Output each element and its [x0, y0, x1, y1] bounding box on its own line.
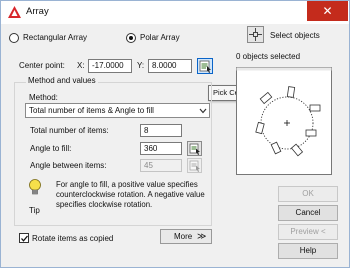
center-point-label: Center point: — [19, 61, 65, 70]
more-button-label: More — [174, 232, 193, 241]
rotate-items-checkbox[interactable] — [19, 233, 29, 243]
method-dropdown-value: Total number of items & Angle to fill — [29, 106, 154, 115]
center-x-label: X: — [77, 61, 85, 70]
ok-button[interactable]: OK — [278, 186, 338, 202]
rectangular-array-label[interactable]: Rectangular Array — [23, 33, 87, 42]
total-items-label: Total number of items: — [30, 126, 109, 135]
pick-angle-between-button[interactable] — [187, 158, 202, 173]
window-title: Array — [26, 6, 49, 17]
total-items-input[interactable]: 8 — [140, 124, 182, 137]
cancel-button[interactable]: Cancel — [278, 205, 338, 221]
pick-point-icon — [189, 143, 200, 155]
tip-text: For angle to fill, a positive value spec… — [56, 180, 205, 209]
method-label: Method: — [29, 93, 58, 102]
title-bar — [1, 1, 349, 24]
crosshair-icon — [249, 28, 262, 41]
center-y-label: Y: — [137, 61, 145, 70]
selection-status: 0 objects selected — [236, 52, 301, 61]
polar-array-label[interactable]: Polar Array — [140, 33, 180, 42]
tip-label: Tip — [29, 206, 40, 215]
help-button[interactable]: Help — [278, 243, 338, 259]
more-button[interactable]: More ≫ — [160, 229, 212, 244]
center-y-input[interactable]: 8.0000 — [148, 59, 192, 73]
pick-point-icon — [199, 60, 211, 73]
angle-between-input[interactable]: 45 — [140, 159, 182, 172]
pick-point-icon — [189, 160, 200, 172]
close-button[interactable]: ✕ — [307, 1, 348, 21]
pick-angle-to-fill-button[interactable] — [187, 141, 202, 156]
pick-center-point-button[interactable] — [197, 58, 213, 74]
angle-to-fill-label: Angle to fill: — [30, 144, 72, 153]
method-dropdown[interactable]: Total number of items & Angle to fill — [25, 103, 210, 118]
array-preview — [236, 67, 332, 175]
autocad-array-icon — [8, 6, 21, 18]
polar-array-radio[interactable] — [126, 33, 136, 43]
rectangular-array-radio[interactable] — [9, 33, 19, 43]
lightbulb-icon — [29, 179, 41, 195]
center-x-input[interactable]: -17.0000 — [88, 59, 132, 73]
method-values-title: Method and values — [26, 76, 98, 85]
checkmark-icon — [21, 235, 28, 242]
chevron-down-icon — [199, 108, 207, 114]
preview-button[interactable]: Preview < — [278, 224, 338, 240]
select-objects-button[interactable] — [247, 26, 264, 43]
rotate-items-label[interactable]: Rotate items as copied — [32, 234, 113, 243]
double-chevron-icon: ≫ — [197, 231, 207, 241]
select-objects-label: Select objects — [270, 31, 320, 40]
angle-to-fill-input[interactable]: 360 — [140, 142, 182, 155]
angle-between-label: Angle between items: — [30, 161, 107, 170]
